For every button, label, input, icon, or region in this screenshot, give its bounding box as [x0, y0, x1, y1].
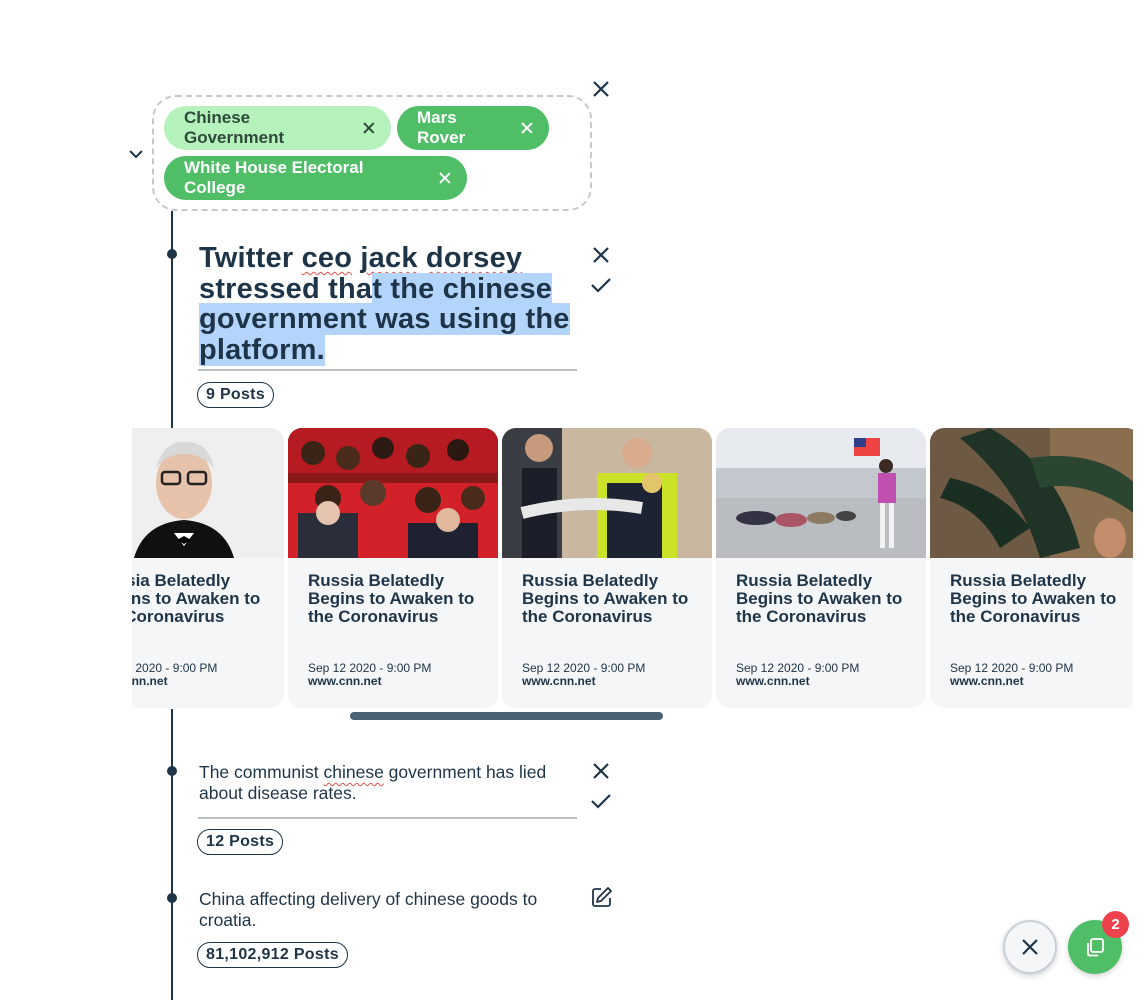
remove-chip-icon[interactable] — [361, 120, 377, 136]
article-source: www.cnn.net — [132, 674, 168, 688]
article-date: Sep 12 2020 - 9:00 PM — [736, 661, 860, 675]
article-source: www.cnn.net — [950, 674, 1024, 688]
claim-text-editor[interactable]: The communist chinese government has lie… — [199, 762, 574, 804]
article-card[interactable]: Russia Belatedly Begins to Awaken to the… — [288, 428, 498, 708]
remove-chip-icon[interactable] — [437, 170, 453, 186]
article-source: www.cnn.net — [736, 674, 810, 688]
article-image — [132, 428, 284, 558]
articles-carousel[interactable]: Russia Belatedly Begins to Awaken to the… — [132, 428, 1133, 710]
article-card[interactable]: Russia Belatedly Begins to Awaken to the… — [132, 428, 284, 708]
chip-chinese-government[interactable]: Chinese Government — [164, 106, 391, 150]
input-underline — [198, 369, 577, 371]
timeline-dot — [167, 893, 177, 903]
article-image — [288, 428, 498, 558]
chip-label: White House Electoral College — [184, 158, 364, 197]
chip-white-house-electoral-college[interactable]: White House Electoral College — [164, 156, 467, 200]
article-source: www.cnn.net — [522, 674, 596, 688]
timeline-dot — [167, 766, 177, 776]
confirm-claim-icon[interactable] — [590, 792, 612, 810]
article-date: Sep 12 2020 - 9:00 PM — [522, 661, 646, 675]
discard-claim-icon[interactable] — [591, 761, 611, 781]
posts-count-pill[interactable]: 9 Posts — [197, 382, 275, 408]
timeline-line — [171, 709, 173, 1000]
input-underline — [198, 817, 577, 819]
timeline-dot — [167, 249, 177, 259]
remove-chip-icon[interactable] — [519, 120, 535, 136]
close-panel-button[interactable] — [1003, 920, 1057, 974]
close-topics-icon[interactable] — [591, 79, 611, 99]
article-image — [716, 428, 926, 558]
discard-claim-icon[interactable] — [591, 245, 611, 265]
article-date: Sep 12 2020 - 9:00 PM — [132, 661, 218, 675]
headline-claim-editor[interactable]: Twitter ceo jack dorsey stressed that th… — [199, 243, 579, 366]
posts-count-pill[interactable]: 12 Posts — [197, 829, 284, 855]
article-card[interactable]: Russia Belatedly Begins to Awaken to the… — [716, 428, 926, 708]
copy-icon — [1087, 938, 1104, 957]
article-image — [502, 428, 712, 558]
article-date: Sep 12 2020 - 9:00 PM — [950, 661, 1074, 675]
article-title: Russia Belatedly Begins to Awaken to the… — [522, 571, 689, 626]
article-title: Russia Belatedly Begins to Awaken to the… — [132, 571, 261, 626]
claim-text: China affecting delivery of chinese good… — [199, 889, 538, 930]
confirm-claim-icon[interactable] — [590, 276, 612, 294]
posts-count-pill[interactable]: 81,102,912 Posts — [197, 942, 348, 968]
collapse-chevron-icon[interactable] — [128, 147, 144, 161]
article-source: www.cnn.net — [308, 674, 382, 688]
article-date: Sep 12 2020 - 9:00 PM — [308, 661, 432, 675]
article-card[interactable]: Russia Belatedly Begins to Awaken to the… — [930, 428, 1133, 708]
chip-label: Chinese Government — [184, 108, 285, 147]
article-title: Russia Belatedly Begins to Awaken to the… — [308, 571, 475, 626]
notification-badge: 2 — [1102, 911, 1129, 938]
carousel-scrollbar[interactable] — [350, 712, 663, 720]
close-icon — [1022, 939, 1038, 955]
chip-mars-rover[interactable]: Mars Rover — [397, 106, 549, 150]
chip-label: Mars Rover — [417, 108, 466, 147]
edit-icon[interactable] — [591, 886, 613, 908]
timeline-line — [171, 211, 173, 429]
article-image — [930, 428, 1133, 558]
article-title: Russia Belatedly Begins to Awaken to the… — [736, 571, 903, 626]
article-title: Russia Belatedly Begins to Awaken to the… — [950, 571, 1117, 626]
article-card[interactable]: Russia Belatedly Begins to Awaken to the… — [502, 428, 712, 708]
